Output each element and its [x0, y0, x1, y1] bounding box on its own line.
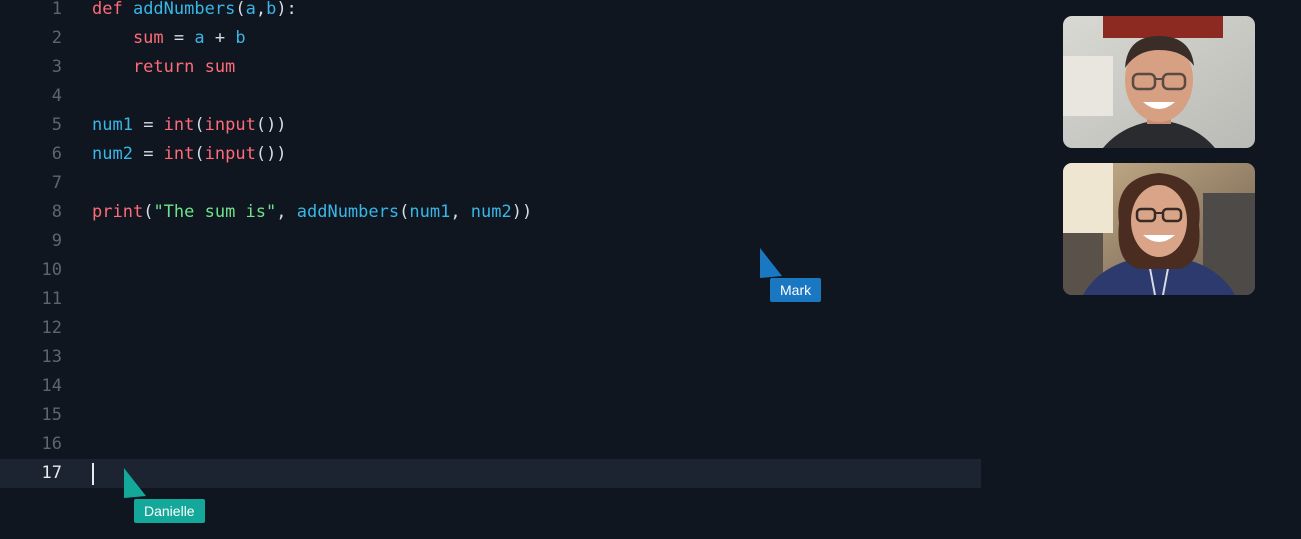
code-token: num2	[92, 144, 144, 164]
code-line[interactable]: 12	[0, 314, 981, 343]
code-line[interactable]: 4	[0, 82, 981, 111]
pointer-cursor-icon	[124, 468, 146, 498]
code-text[interactable]: def addNumbers(a,b):	[92, 0, 297, 24]
webcam-video-feed	[1063, 16, 1255, 148]
line-number: 17	[41, 463, 62, 483]
code-text[interactable]: print("The sum is", addNumbers(num1, num…	[92, 198, 532, 227]
code-line[interactable]: 11	[0, 285, 981, 314]
line-number: 10	[41, 260, 62, 280]
code-line[interactable]: 6 num2 = int(input())	[0, 140, 981, 169]
code-line[interactable]: 5 num1 = int(input())	[0, 111, 981, 140]
code-token: =	[143, 115, 164, 135]
code-editor[interactable]: 1 def addNumbers(a,b): 2 sum = a + b3 retu…	[0, 0, 1000, 539]
code-token: input	[204, 115, 256, 135]
code-token: (	[194, 144, 205, 164]
code-token: addNumbers	[132, 0, 236, 19]
code-line[interactable]: 3 return sum	[0, 53, 981, 82]
code-token: "The sum is"	[153, 202, 277, 222]
code-token: ))	[511, 202, 533, 222]
code-line[interactable]: 9	[0, 227, 981, 256]
code-token: ())	[255, 115, 287, 135]
code-token: def	[92, 0, 133, 19]
line-number: 11	[41, 289, 62, 309]
line-number: 7	[51, 173, 62, 193]
code-line[interactable]: 10	[0, 256, 981, 285]
line-number: 15	[41, 405, 62, 425]
code-token: ):	[276, 0, 297, 19]
collaborator-name-tag: Danielle	[134, 499, 205, 523]
code-token: print	[92, 202, 144, 222]
line-number: 2	[51, 28, 62, 48]
code-token: num1	[409, 202, 451, 222]
line-number: 5	[51, 115, 62, 135]
code-token: a	[245, 0, 256, 19]
line-number: 13	[41, 347, 62, 367]
code-text[interactable]: return sum	[92, 53, 235, 82]
code-line[interactable]: 8 print("The sum is", addNumbers(num1, nu…	[0, 198, 981, 227]
code-token: sum	[92, 28, 174, 48]
code-line[interactable]: 7	[0, 169, 981, 198]
code-token: int	[163, 115, 195, 135]
code-line[interactable]: 2 sum = a + b	[0, 24, 981, 53]
code-line[interactable]: 16	[0, 430, 981, 459]
code-line[interactable]: 1 def addNumbers(a,b):	[0, 0, 981, 24]
code-token: int	[163, 144, 195, 164]
line-number: 1	[51, 0, 62, 19]
line-number: 12	[41, 318, 62, 338]
line-number: 3	[51, 57, 62, 77]
line-number: 4	[51, 86, 62, 106]
code-token: ())	[255, 144, 287, 164]
code-token: num2	[470, 202, 512, 222]
code-token: num1	[92, 115, 144, 135]
collaborator-name-tag: Mark	[770, 278, 822, 302]
line-number: 6	[51, 144, 62, 164]
line-number: 14	[41, 376, 62, 396]
code-token: b	[235, 28, 246, 48]
code-token: b	[266, 0, 277, 19]
code-line[interactable]: 14	[0, 372, 981, 401]
code-token: (	[143, 202, 154, 222]
code-text[interactable]: num2 = int(input())	[92, 140, 287, 169]
code-token: a	[194, 28, 215, 48]
code-token: (	[235, 0, 246, 19]
code-line[interactable]: 13	[0, 343, 981, 372]
code-token: ,	[255, 0, 267, 19]
line-number: 8	[51, 202, 62, 222]
code-token: (	[194, 115, 205, 135]
video-tile-participant-2[interactable]	[1063, 163, 1255, 295]
code-token: (	[399, 202, 410, 222]
code-line[interactable]: 15	[0, 401, 981, 430]
code-token: addNumbers	[296, 202, 400, 222]
line-number: 16	[41, 434, 62, 454]
code-token: +	[214, 28, 236, 48]
code-text[interactable]: sum = a + b	[92, 24, 246, 53]
code-token: input	[204, 144, 256, 164]
line-number: 9	[51, 231, 62, 251]
webcam-video-feed	[1063, 163, 1255, 295]
code-token: =	[143, 144, 164, 164]
code-token: return sum	[92, 57, 236, 77]
text-caret	[92, 463, 94, 485]
code-text[interactable]: num1 = int(input())	[92, 111, 287, 140]
pointer-cursor-icon	[760, 248, 782, 278]
video-tile-participant-1[interactable]	[1063, 16, 1255, 148]
code-token: ,	[276, 202, 297, 222]
code-token: ,	[450, 202, 471, 222]
code-token: =	[173, 28, 195, 48]
